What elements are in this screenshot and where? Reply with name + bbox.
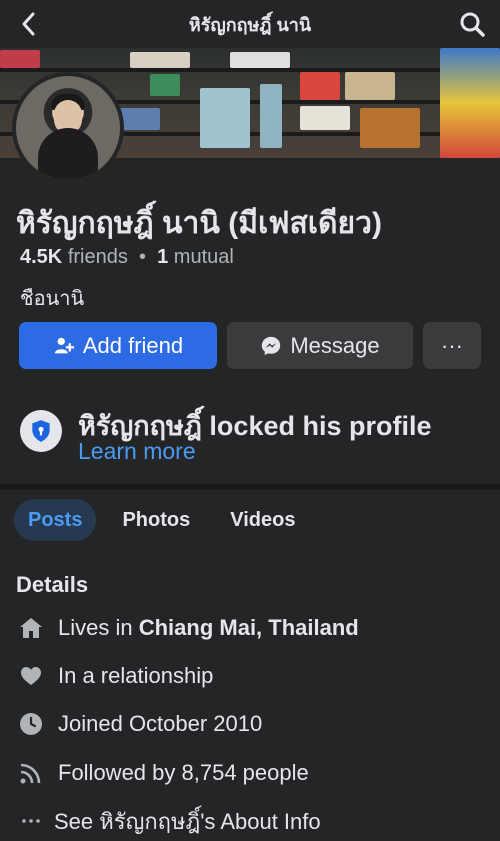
- messenger-icon: [262, 336, 281, 355]
- profile-nickname: ชือนานิ: [20, 288, 85, 310]
- heart-icon: [18, 663, 44, 689]
- profile-name: หิรัญกฤษฎิ์ นานิ (มีเฟสเดียว): [16, 207, 382, 240]
- clock-icon: [18, 711, 44, 737]
- tab-photos[interactable]: Photos: [108, 499, 204, 541]
- lives-prefix: Lives in: [58, 615, 133, 640]
- page-title: หิรัญกฤษฎิ์ นานิ: [188, 14, 312, 35]
- more-dots-icon: [18, 808, 44, 834]
- mutual-count: 1: [157, 246, 169, 268]
- locked-profile-notice: หิรัญกฤษฎิ์ locked his profile Learn mor…: [20, 396, 490, 466]
- home-icon: [18, 615, 44, 641]
- friends-label: friends: [67, 246, 128, 268]
- search-icon[interactable]: [458, 10, 486, 38]
- profile-tabs: Posts Photos Videos: [14, 499, 309, 543]
- tab-videos[interactable]: Videos: [216, 499, 309, 541]
- followers-text: Followed by 8,754 people: [58, 760, 309, 785]
- relationship-text: In a relationship: [58, 663, 214, 688]
- see-about-info[interactable]: See หิรัญกฤษฎิ์'s About Info: [18, 806, 321, 836]
- joined-text: Joined October 2010: [58, 711, 263, 736]
- add-friend-label: Add friend: [82, 332, 184, 358]
- learn-more-link[interactable]: Learn more: [78, 438, 196, 465]
- rss-icon: [18, 760, 44, 786]
- profile-photo: [16, 76, 120, 180]
- add-friend-icon: [54, 337, 74, 353]
- details-heading: Details: [16, 572, 89, 597]
- shield-icon: [20, 410, 62, 452]
- more-options-button[interactable]: ···: [423, 322, 481, 369]
- friends-stats[interactable]: 4.5K friends • 1 mutual: [20, 246, 234, 269]
- detail-followers[interactable]: Followed by 8,754 people: [18, 758, 309, 788]
- detail-relationship: In a relationship: [18, 661, 213, 691]
- message-button[interactable]: Message: [227, 322, 413, 369]
- add-friend-button[interactable]: Add friend: [19, 322, 217, 369]
- message-label: Message: [290, 332, 380, 358]
- section-divider: [0, 484, 500, 490]
- tab-posts[interactable]: Posts: [14, 499, 97, 541]
- more-icon: ···: [441, 332, 463, 358]
- stats-separator: •: [138, 246, 146, 268]
- mutual-label: mutual: [173, 246, 234, 268]
- friends-count: 4.5K: [20, 246, 63, 268]
- detail-joined: Joined October 2010: [18, 709, 262, 739]
- top-bar: หิรัญกฤษฎิ์ นานิ: [0, 0, 500, 48]
- avatar[interactable]: [12, 72, 124, 184]
- detail-lives-in: Lives in Chiang Mai, Thailand: [18, 613, 359, 643]
- lives-place[interactable]: Chiang Mai, Thailand: [139, 615, 359, 641]
- chevron-left-icon[interactable]: [16, 10, 44, 38]
- about-info-text: See หิรัญกฤษฎิ์'s About Info: [54, 808, 321, 834]
